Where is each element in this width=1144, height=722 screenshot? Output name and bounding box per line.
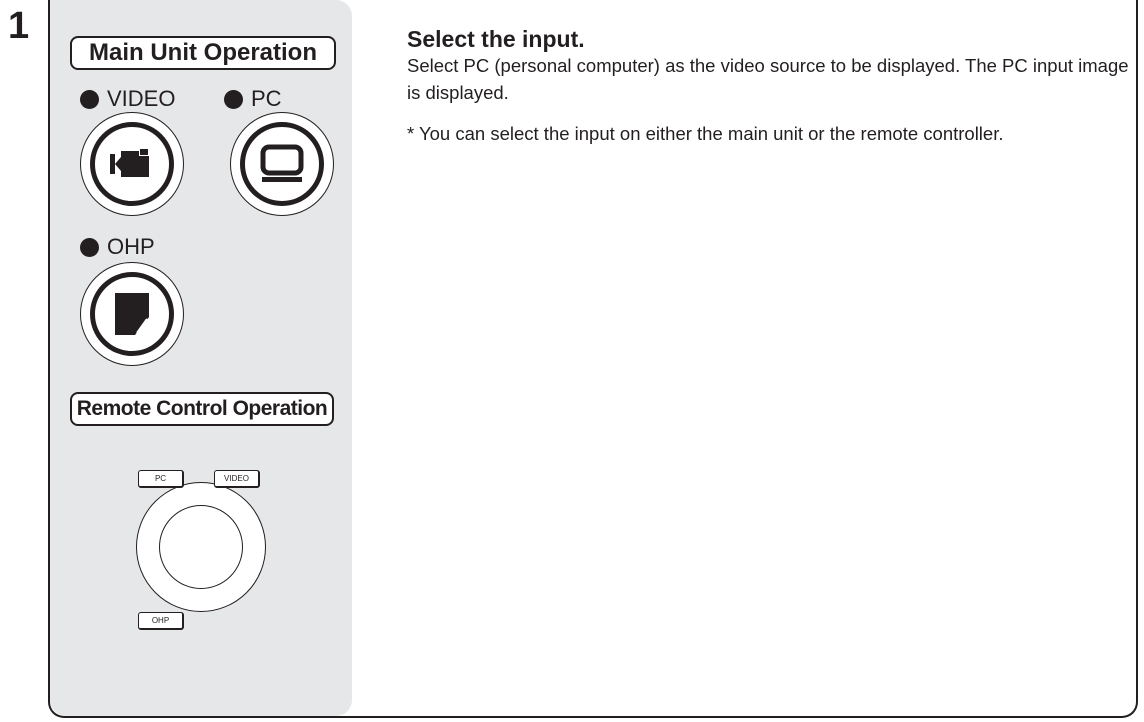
monitor-icon	[260, 144, 304, 182]
step-number: 1	[8, 5, 30, 47]
remote-directional-pad[interactable]	[136, 482, 266, 612]
ohp-indicator: OHP	[80, 234, 155, 260]
indicator-lamp-icon	[80, 237, 99, 257]
remote-center-button[interactable]	[159, 505, 243, 589]
video-camera-icon	[110, 149, 149, 177]
remote-pc-key[interactable]: PC	[138, 470, 184, 488]
video-indicator-label: VIDEO	[107, 86, 176, 111]
operation-panel: Main Unit Operation VIDEO PC OHP Remote …	[50, 0, 352, 716]
indicator-lamp-icon	[80, 89, 99, 109]
pc-indicator-label: PC	[251, 86, 282, 111]
ohp-button[interactable]	[80, 262, 184, 366]
remote-control-operation-label: Remote Control Operation	[70, 392, 334, 426]
video-button[interactable]	[80, 112, 184, 216]
indicator-lamp-icon	[224, 89, 243, 109]
video-indicator: VIDEO	[80, 86, 175, 112]
instruction-text: Select the input. Select PC (personal co…	[407, 26, 1137, 147]
main-unit-operation-label: Main Unit Operation	[70, 36, 336, 70]
instruction-body: Select PC (personal computer) as the vid…	[407, 55, 1129, 103]
pc-indicator: PC	[224, 86, 282, 112]
ohp-document-icon	[115, 293, 149, 335]
ohp-indicator-label: OHP	[107, 234, 155, 259]
remote-video-key[interactable]: VIDEO	[214, 470, 260, 488]
instruction-note: * You can select the input on either the…	[407, 123, 1004, 144]
remote-ohp-key[interactable]: OHP	[138, 612, 184, 630]
instruction-heading: Select the input.	[407, 26, 585, 52]
pc-button[interactable]	[230, 112, 334, 216]
